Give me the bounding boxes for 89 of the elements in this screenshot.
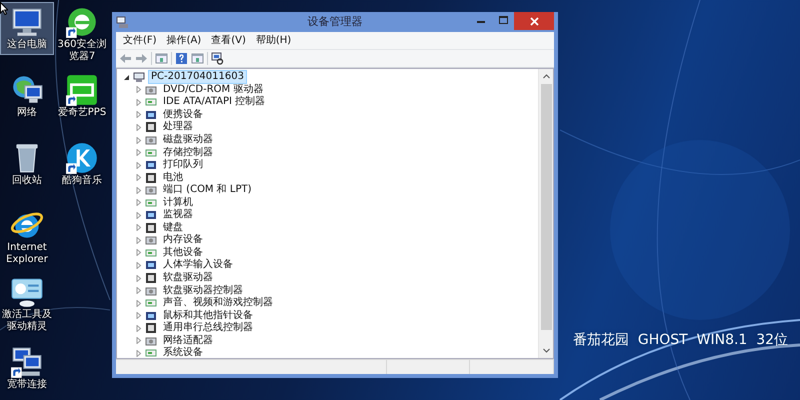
desktop-icon[interactable]: 宽带连接 xyxy=(0,342,54,395)
device-icon xyxy=(145,184,157,196)
video-app-icon xyxy=(65,73,99,107)
device-icon xyxy=(145,96,157,108)
desktop-icon[interactable]: 网络 xyxy=(0,70,54,123)
device-manager-icon xyxy=(116,16,129,28)
scroll-up-icon[interactable] xyxy=(542,72,550,81)
icon-label: 激活工具及驱动精灵 xyxy=(1,309,53,333)
network-icon xyxy=(10,345,44,379)
icon-label: 回收站 xyxy=(12,175,42,187)
browser-icon xyxy=(65,5,99,39)
scroll-down-icon[interactable] xyxy=(542,346,550,355)
icon-label: Internet Explorer xyxy=(5,242,49,266)
desktop-icon[interactable]: 回收站 xyxy=(0,138,54,191)
tree-item[interactable]: 存储控制器 xyxy=(160,146,216,160)
tree-item[interactable]: 便携设备 xyxy=(160,108,206,122)
expander-icon[interactable] xyxy=(123,74,130,81)
window-pane-button[interactable] xyxy=(155,52,168,65)
tree-item[interactable]: 内存设备 xyxy=(160,233,206,248)
device-icon xyxy=(145,222,157,234)
help-button[interactable] xyxy=(175,52,188,65)
device-icon xyxy=(145,234,157,246)
device-icon xyxy=(145,196,157,209)
desktop-icon[interactable]: Internet Explorer xyxy=(0,205,54,270)
back-button[interactable] xyxy=(119,52,132,65)
tree-item[interactable]: 处理器 xyxy=(160,120,196,134)
close-button[interactable] xyxy=(514,12,554,30)
device-icon xyxy=(145,121,157,134)
icon-label: 宽带连接 xyxy=(7,379,47,391)
tree-item[interactable]: 软盘驱动器 xyxy=(160,271,216,286)
device-icon xyxy=(145,284,157,297)
icon-label: 360安全浏览器7 xyxy=(56,39,108,63)
tree-item[interactable]: 人体学输入设备 xyxy=(160,258,236,272)
device-icon xyxy=(145,259,157,272)
device-icon xyxy=(145,84,157,96)
device-icon xyxy=(145,310,157,322)
icon-label: 这台电脑 xyxy=(7,39,47,51)
desktop-icon[interactable]: 360安全浏览器7 xyxy=(54,2,110,67)
device-icon xyxy=(145,322,157,334)
tree-item[interactable]: 其他设备 xyxy=(160,246,206,260)
menu-item[interactable]: 文件(F) xyxy=(118,33,162,48)
icon-label: 网络 xyxy=(17,107,37,119)
close-icon xyxy=(530,16,538,26)
window-title: 设备管理器 xyxy=(308,15,362,28)
tree-item[interactable]: 网络适配器 xyxy=(160,334,216,348)
menu-item[interactable]: 帮助(H) xyxy=(250,33,296,48)
wallpaper-text: 番茄花园 GHOST WIN8.1 32位 xyxy=(573,331,788,349)
tree-item[interactable]: IDE ATA/ATAPI 控制器 xyxy=(160,95,268,110)
scrollbar-thumb[interactable] xyxy=(540,84,552,330)
device-icon xyxy=(145,159,157,172)
tree-item[interactable]: 软盘驱动器控制器 xyxy=(160,284,246,298)
device-icon xyxy=(145,172,157,184)
computer-icon xyxy=(133,71,145,84)
tree-item[interactable]: 端口 (COM 和 LPT) xyxy=(160,183,255,198)
tree-item[interactable]: 打印队列 xyxy=(160,158,206,172)
tree-item[interactable]: 计算机 xyxy=(160,196,196,210)
tree-item[interactable]: DVD/CD-ROM 驱动器 xyxy=(160,82,266,97)
device-icon xyxy=(145,108,157,121)
desktop-icon[interactable]: 这台电脑 xyxy=(0,2,54,55)
device-icon xyxy=(145,146,157,159)
device-icon xyxy=(145,297,157,310)
desktop-icon[interactable]: 酷狗音乐 xyxy=(54,138,110,191)
tree-item[interactable]: 电池 xyxy=(160,170,186,185)
device-icon xyxy=(145,334,157,347)
tree-item[interactable]: 磁盘驱动器 xyxy=(160,133,216,148)
tree-item[interactable]: 监视器 xyxy=(160,208,196,222)
window-pane-button[interactable] xyxy=(191,52,204,65)
tree-item[interactable]: 声音、视频和游戏控制器 xyxy=(160,296,276,310)
scan-hardware-button[interactable] xyxy=(211,52,224,65)
device-icon xyxy=(145,246,157,259)
desktop-icon[interactable]: 爱奇艺PPS xyxy=(54,70,110,123)
menu-item[interactable]: 查看(V) xyxy=(206,33,251,48)
music-app-icon xyxy=(65,141,99,175)
maximize-icon xyxy=(498,16,508,24)
device-icon xyxy=(145,209,157,222)
icon-label: 酷狗音乐 xyxy=(62,175,102,187)
forward-button[interactable] xyxy=(135,52,148,65)
tree-item[interactable]: 系统设备 xyxy=(160,346,206,360)
desktop-icon[interactable]: 激活工具及驱动精灵 xyxy=(0,272,54,337)
tree-item[interactable]: PC-201704011603 xyxy=(148,70,247,84)
device-icon xyxy=(145,134,157,146)
device-icon xyxy=(145,272,157,284)
mouse-cursor-icon xyxy=(0,2,8,15)
tree-item[interactable]: 键盘 xyxy=(160,220,186,235)
tree-item[interactable]: 鼠标和其他指针设备 xyxy=(160,308,256,323)
menu-item[interactable]: 操作(A) xyxy=(162,33,206,48)
tree-item[interactable]: 通用串行总线控制器 xyxy=(160,321,256,336)
icon-label: 爱奇艺PPS xyxy=(58,107,106,119)
device-icon xyxy=(145,347,157,360)
